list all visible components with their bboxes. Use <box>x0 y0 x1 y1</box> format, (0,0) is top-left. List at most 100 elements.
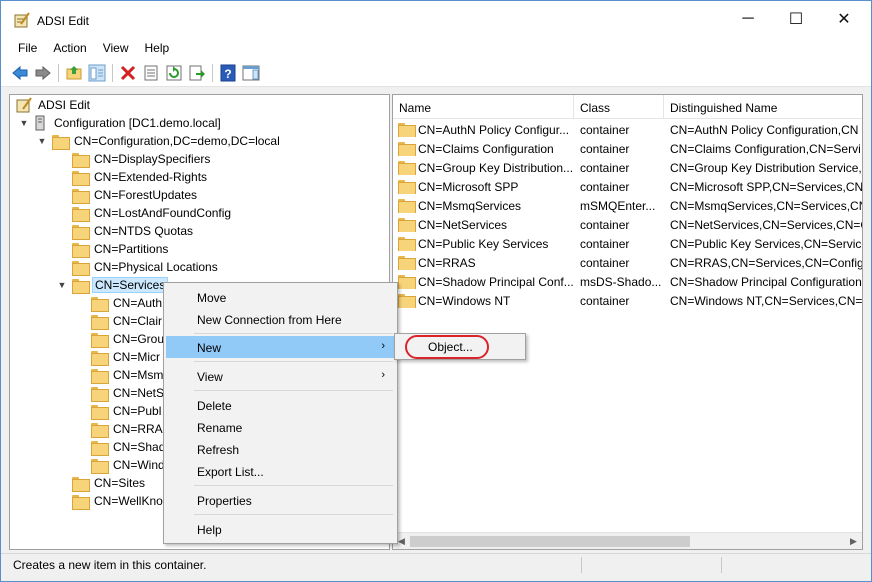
chevron-down-icon[interactable]: ▼ <box>56 279 68 291</box>
menu-item-view[interactable]: View › <box>166 365 395 387</box>
tree-item[interactable]: CN=Msm <box>91 366 165 384</box>
menu-item-new-connection[interactable]: New Connection from Here <box>166 308 395 330</box>
tree-item[interactable]: CN=NetS <box>91 384 166 402</box>
tree-item[interactable]: CN=RRAS <box>91 420 173 438</box>
scroll-right-icon[interactable]: ▶ <box>846 534 861 549</box>
tree-label: CN=Extended-Rights <box>94 170 208 184</box>
help-icon[interactable]: ? <box>219 64 237 82</box>
toolbar-separator <box>58 64 59 82</box>
list-row[interactable]: CN=RRAS container CN=RRAS,CN=Services,CN… <box>393 254 862 273</box>
menu-item-new[interactable]: New › <box>166 336 395 358</box>
tree-label: CN=LostAndFoundConfig <box>94 206 232 220</box>
tree-item[interactable]: CN=Sites <box>72 474 147 492</box>
horizontal-scrollbar[interactable]: ◀ ▶ <box>393 532 862 549</box>
scrollbar-thumb[interactable] <box>410 536 690 547</box>
tree-label: CN=Grou <box>113 332 165 346</box>
folder-icon <box>72 152 90 168</box>
folder-icon <box>91 458 109 474</box>
list-row[interactable]: CN=Group Key Distribution... container C… <box>393 159 862 178</box>
tree-item[interactable]: CN=Physical Locations <box>72 258 220 276</box>
tree-item[interactable]: CN=Clair <box>91 312 164 330</box>
column-header-class[interactable]: Class <box>574 95 664 119</box>
menu-item-delete[interactable]: Delete <box>166 394 395 416</box>
forward-icon[interactable] <box>34 64 52 82</box>
folder-icon <box>91 404 109 420</box>
list-row[interactable]: CN=Windows NT container CN=Windows NT,CN… <box>393 292 863 311</box>
list-row[interactable]: CN=Shadow Principal Conf... msDS-Shado..… <box>393 273 862 292</box>
menu-action[interactable]: Action <box>45 37 94 59</box>
menu-file[interactable]: File <box>10 37 45 59</box>
tree-label: CN=Publ <box>113 404 162 418</box>
cell-dn: CN=Windows NT,CN=Services,CN= <box>670 294 863 308</box>
cell-dn: CN=NetServices,CN=Services,CN=C <box>670 218 863 232</box>
chevron-down-icon[interactable]: ▼ <box>36 135 48 147</box>
folder-icon <box>398 218 416 232</box>
properties-icon[interactable] <box>142 64 160 82</box>
back-icon[interactable] <box>11 64 29 82</box>
delete-icon[interactable] <box>119 64 137 82</box>
results-list[interactable]: Name Class Distinguished Name CN=AuthN P… <box>392 94 863 550</box>
tree-item[interactable]: CN=Micr <box>91 348 162 366</box>
folder-icon <box>398 199 416 213</box>
cell-class: container <box>580 180 630 194</box>
tree-node-services[interactable]: ▼ CN=Services <box>56 276 169 294</box>
cell-name: CN=MsmqServices <box>418 199 522 213</box>
tree-item[interactable]: CN=WellKno <box>72 492 165 510</box>
cell-name: CN=Microsoft SPP <box>418 180 519 194</box>
maximize-button[interactable]: ☐ <box>773 1 819 37</box>
tree-item[interactable]: CN=Partitions <box>72 240 170 258</box>
column-header-dn[interactable]: Distinguished Name <box>664 95 862 119</box>
list-row[interactable]: CN=Public Key Services container CN=Publ… <box>393 235 862 254</box>
folder-icon <box>398 294 416 308</box>
chevron-down-icon[interactable]: ▼ <box>18 117 30 129</box>
action-pane-icon[interactable] <box>242 64 260 82</box>
tree-label: CN=NTDS Quotas <box>94 224 194 238</box>
menu-item-properties[interactable]: Properties <box>166 489 395 511</box>
tree-label: CN=ForestUpdates <box>94 188 198 202</box>
refresh-icon[interactable] <box>165 64 183 82</box>
tree-item[interactable]: CN=Publ <box>91 402 163 420</box>
close-button[interactable]: ✕ <box>821 1 867 37</box>
tree-node-configuration[interactable]: ▼ Configuration [DC1.demo.local] <box>18 114 223 132</box>
list-row[interactable]: CN=MsmqServices mSMQEnter... CN=MsmqServ… <box>393 197 862 216</box>
folder-icon <box>398 256 416 270</box>
column-header-name[interactable]: Name <box>393 95 574 119</box>
cell-name: CN=Windows NT <box>418 294 511 308</box>
minimize-button[interactable]: ─ <box>725 1 771 37</box>
list-row[interactable]: CN=NetServices container CN=NetServices,… <box>393 216 863 235</box>
tree-label: CN=Wind <box>113 458 165 472</box>
cell-name: CN=AuthN Policy Configur... <box>418 123 570 137</box>
tree-item[interactable]: CN=NTDS Quotas <box>72 222 195 240</box>
menu-item-move[interactable]: Move <box>166 286 395 308</box>
folder-icon <box>398 180 416 194</box>
list-row[interactable]: CN=Microsoft SPP container CN=Microsoft … <box>393 178 862 197</box>
menu-item-export-list[interactable]: Export List... <box>166 460 395 482</box>
tree-item[interactable]: CN=ForestUpdates <box>72 186 199 204</box>
menu-view[interactable]: View <box>95 37 137 59</box>
export-list-icon[interactable] <box>188 64 206 82</box>
tree-item[interactable]: CN=Auth <box>91 294 164 312</box>
up-folder-icon[interactable] <box>65 64 83 82</box>
menu-separator <box>194 333 393 334</box>
menu-item-refresh[interactable]: Refresh <box>166 438 395 460</box>
tree-node-config-dn[interactable]: ▼ CN=Configuration,DC=demo,DC=local <box>36 132 282 150</box>
tree-label: CN=Sites <box>94 476 146 490</box>
adsi-edit-icon <box>16 97 32 113</box>
list-row[interactable]: CN=Claims Configuration container CN=Cla… <box>393 140 862 159</box>
tree-root[interactable]: ADSI Edit <box>16 96 92 114</box>
menu-help[interactable]: Help <box>137 37 178 59</box>
menu-item-help[interactable]: Help <box>166 518 395 540</box>
menu-item-rename[interactable]: Rename <box>166 416 395 438</box>
status-divider <box>721 557 722 573</box>
tree-item[interactable]: CN=Wind <box>91 456 167 474</box>
tree-item[interactable]: CN=DisplaySpecifiers <box>72 150 212 168</box>
tree-item[interactable]: CN=Grou <box>91 330 166 348</box>
cell-name: CN=RRAS <box>418 256 476 270</box>
tree-item[interactable]: CN=Extended-Rights <box>72 168 209 186</box>
folder-icon <box>398 161 416 175</box>
tree-item[interactable]: CN=LostAndFoundConfig <box>72 204 233 222</box>
list-row[interactable]: CN=AuthN Policy Configur... container CN… <box>393 121 862 140</box>
tree-item[interactable]: CN=Shad <box>91 438 167 456</box>
show-hide-tree-icon[interactable] <box>88 64 106 82</box>
folder-icon <box>398 237 416 251</box>
